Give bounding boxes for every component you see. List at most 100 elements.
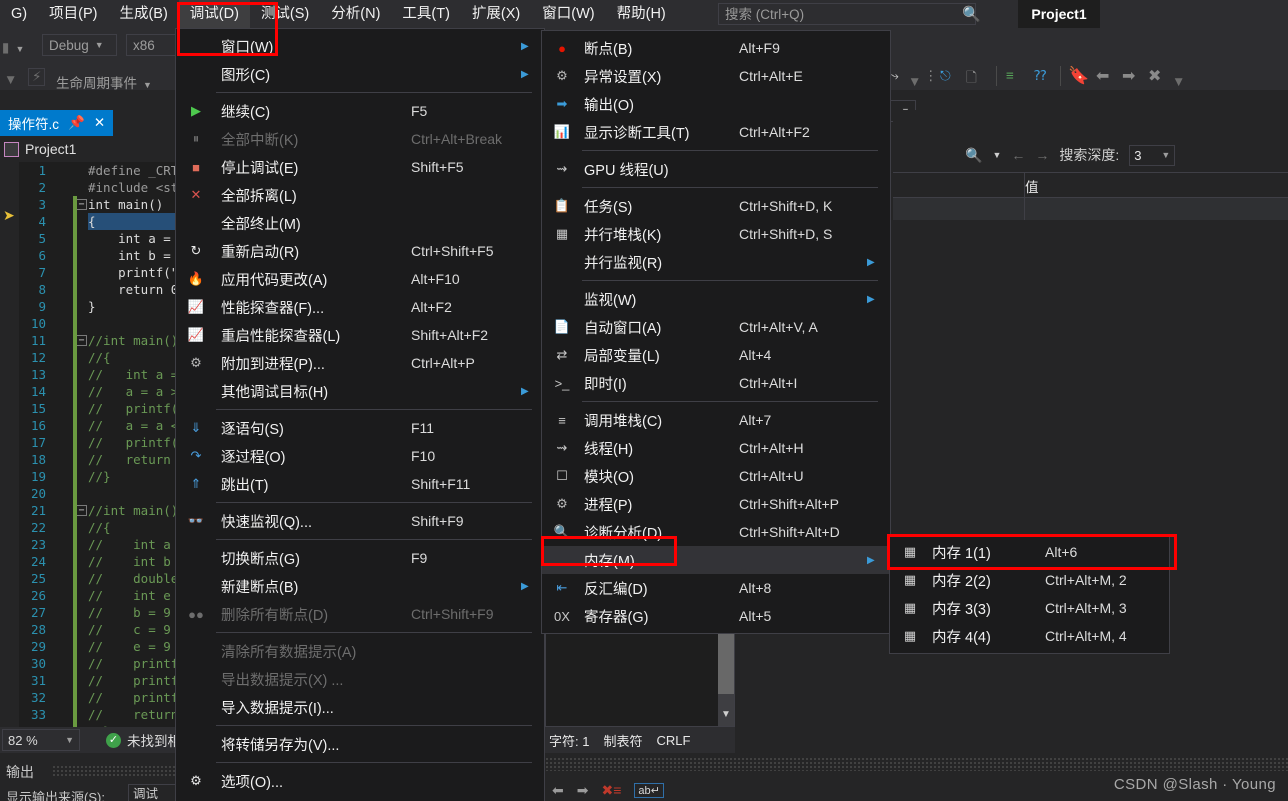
menu-item-内存M[interactable]: 内存(M) ▶ (542, 546, 890, 574)
chevron-down-icon[interactable]: ▼ (65, 735, 74, 745)
menu-item-进程P[interactable]: ⚙ 进程(P) Ctrl+Shift+Alt+P (542, 490, 890, 518)
search-icon[interactable]: 🔍 (962, 5, 981, 23)
arrow-left-icon[interactable]: ⬅ (552, 782, 564, 799)
menu-item-断点B[interactable]: ● 断点(B) Alt+F9 (542, 34, 890, 62)
menu-item-输出O[interactable]: ➡ 输出(O) (542, 90, 890, 118)
file-tab[interactable]: 操作符.c 📌 ✕ (0, 110, 114, 136)
menu-item-新建断点B[interactable]: 新建断点(B) ▶ (176, 572, 544, 600)
menubar-item-1[interactable]: 项目(P) (38, 0, 108, 28)
search-icon[interactable]: 🔍 (965, 147, 982, 164)
menu-item-重新启动R[interactable]: ↻ 重新启动(R) Ctrl+Shift+F5 (176, 237, 544, 265)
chevron-down-icon[interactable]: ▼ (95, 40, 104, 50)
menu-item-并行堆栈K[interactable]: ▦ 并行堆栈(K) Ctrl+Shift+D, S (542, 220, 890, 248)
menu-item-图形C[interactable]: 图形(C) ▶ (176, 60, 544, 88)
menubar-item-4[interactable]: 测试(S) (250, 0, 320, 28)
menu-item-全部拆离L[interactable]: ✕ 全部拆离(L) (176, 181, 544, 209)
arrow-left-icon[interactable]: ← (1011, 147, 1025, 163)
uncomment-icon[interactable]: ⋮ (924, 68, 938, 84)
config-dropdown[interactable]: Debug ▼ (42, 34, 117, 56)
menu-item-内存33[interactable]: ▦ 内存 3(3) Ctrl+Alt+M, 3 (890, 594, 1169, 622)
chevron-down-icon[interactable]: ▼ (992, 150, 1001, 160)
menu-item-性能探查器F[interactable]: 📈 性能探查器(F)... Alt+F2 (176, 293, 544, 321)
menu-item-其他调试目标H[interactable]: 其他调试目标(H) ▶ (176, 377, 544, 405)
menu-item-监视W[interactable]: 监视(W) ▶ (542, 285, 890, 313)
chevron-down-icon[interactable]: ▼ (908, 74, 921, 89)
menu-item-并行监视R[interactable]: 并行监视(R) ▶ (542, 248, 890, 276)
menu-item-逐过程O[interactable]: ↷ 逐过程(O) F10 (176, 442, 544, 470)
window-submenu[interactable]: ● 断点(B) Alt+F9 ⚙ 异常设置(X) Ctrl+Alt+E ➡ 输出(O) 📊 显示诊… (541, 30, 891, 634)
chevron-down-icon[interactable]: ▼ (1161, 150, 1170, 160)
menu-item-GPU线程U[interactable]: ⇝ GPU 线程(U) (542, 155, 890, 183)
menu-item-停止调试E[interactable]: ■ 停止调试(E) Shift+F5 (176, 153, 544, 181)
search-depth-dropdown[interactable]: 3 ▼ (1129, 144, 1176, 166)
arrow-right-icon[interactable]: → (1035, 147, 1049, 163)
clear-list-icon[interactable]: ✖≡ (601, 782, 621, 799)
fold-toggle-icon[interactable]: − (76, 505, 87, 516)
scrollbar-thumb[interactable] (718, 626, 734, 694)
arrow-right-icon[interactable]: ➡ (577, 782, 589, 799)
menu-item-将转储另存为V[interactable]: 将转储另存为(V)... (176, 730, 544, 758)
menu-item-附加到进程P[interactable]: ⚙ 附加到进程(P)... Ctrl+Alt+P (176, 349, 544, 377)
lifecycle-events-dropdown[interactable]: 生命周期事件 ▼ (56, 72, 152, 92)
menubar-item-9[interactable]: 帮助(H) (606, 0, 677, 28)
menubar-item-7[interactable]: 扩展(X) (461, 0, 531, 28)
menubar-item-6[interactable]: 工具(T) (391, 0, 461, 28)
menu-item-全部终止M[interactable]: 全部终止(M) (176, 209, 544, 237)
menu-item-显示诊断工具T[interactable]: 📊 显示诊断工具(T) Ctrl+Alt+F2 (542, 118, 890, 146)
menu-item-快速监视Q[interactable]: 👓 快速监视(Q)... Shift+F9 (176, 507, 544, 535)
menu-item-切换断点G[interactable]: 切换断点(G) F9 (176, 544, 544, 572)
menu-item-任务S[interactable]: 📋 任务(S) Ctrl+Shift+D, K (542, 192, 890, 220)
menu-item-局部变量L[interactable]: ⇄ 局部变量(L) Alt+4 (542, 341, 890, 369)
decrease-indent-icon[interactable]: ⁇ (1034, 68, 1046, 84)
menu-item-Project1调试属性[interactable]: 🔧Project1 调试属性 (176, 795, 544, 801)
menu-item-选项O[interactable]: ⚙ 选项(O)... (176, 767, 544, 795)
prev-bookmark-icon[interactable]: ⬅ (1096, 66, 1109, 86)
menubar-item-8[interactable]: 窗口(W) (531, 0, 605, 28)
menubar-item-3[interactable]: 调试(D) (178, 0, 250, 28)
fold-toggle-icon[interactable]: − (76, 199, 87, 210)
zoom-dropdown[interactable]: 82 % ▼ (2, 729, 80, 751)
menu-item-内存11[interactable]: ▦ 内存 1(1) Alt+6 (890, 538, 1169, 566)
copy-icon[interactable]: 🗋 (966, 68, 977, 91)
toolbar-overflow-icon[interactable]: ▼ (1172, 74, 1185, 89)
menu-item-寄存器G[interactable]: 0X 寄存器(G) Alt+5 (542, 602, 890, 630)
menubar-item-0[interactable]: G) (0, 0, 38, 28)
memory-submenu[interactable]: ▦ 内存 1(1) Alt+6 ▦ 内存 2(2) Ctrl+Alt+M, 2 ▦ 内存 3(… (889, 534, 1170, 654)
menu-item-诊断分析D[interactable]: 🔍 诊断分析(D) Ctrl+Shift+Alt+D (542, 518, 890, 546)
increase-indent-icon[interactable]: ≡ (1006, 68, 1014, 83)
pin-icon[interactable]: 📌 (68, 115, 85, 131)
menu-item-模块O[interactable]: ☐ 模块(O) Ctrl+Alt+U (542, 462, 890, 490)
pointer-select-icon[interactable]: ⎋ (940, 68, 951, 84)
chevron-down-icon[interactable]: ▼ (143, 80, 152, 90)
menu-item-逐语句S[interactable]: ⇓ 逐语句(S) F11 (176, 414, 544, 442)
toolbar-row2-overflow-icon[interactable]: ▼ (4, 72, 17, 87)
table-row[interactable] (893, 198, 1288, 220)
bookmark-icon[interactable]: 🔖 (1068, 66, 1089, 86)
project-tab[interactable]: Project1 (1018, 0, 1100, 28)
toolbar-overflow-icon[interactable]: ▮ ▼ (2, 40, 24, 56)
menu-item-导入数据提示I[interactable]: 导入数据提示(I)... (176, 693, 544, 721)
menu-item-应用代码更改A[interactable]: 🔥 应用代码更改(A) Alt+F10 (176, 265, 544, 293)
clear-bookmarks-icon[interactable]: ✖ (1148, 66, 1161, 86)
menu-item-调用堆栈C[interactable]: ≡ 调用堆栈(C) Alt+7 (542, 406, 890, 434)
eol-mode[interactable]: CRLF (656, 733, 690, 748)
menu-item-线程H[interactable]: ⇝ 线程(H) Ctrl+Alt+H (542, 434, 890, 462)
bottom-panel-grip[interactable] (545, 757, 1288, 771)
close-icon[interactable]: ✕ (94, 115, 105, 131)
menu-item-重启性能探查器L[interactable]: 📈 重启性能探查器(L) Shift+Alt+F2 (176, 321, 544, 349)
menu-item-内存44[interactable]: ▦ 内存 4(4) Ctrl+Alt+M, 4 (890, 622, 1169, 650)
menu-item-跳出T[interactable]: ⇑ 跳出(T) Shift+F11 (176, 470, 544, 498)
search-input[interactable]: 搜索 (Ctrl+Q) (718, 3, 976, 25)
menu-item-反汇编D[interactable]: ⇤ 反汇编(D) Alt+8 (542, 574, 890, 602)
menu-item-异常设置X[interactable]: ⚙ 异常设置(X) Ctrl+Alt+E (542, 62, 890, 90)
lifecycle-icon[interactable]: ⚡ (28, 68, 46, 86)
fold-toggle-icon[interactable]: − (76, 335, 87, 346)
menu-item-内存22[interactable]: ▦ 内存 2(2) Ctrl+Alt+M, 2 (890, 566, 1169, 594)
menu-item-继续C[interactable]: ▶ 继续(C) F5 (176, 97, 544, 125)
menu-item-自动窗口A[interactable]: 📄 自动窗口(A) Ctrl+Alt+V, A (542, 313, 890, 341)
menubar-item-5[interactable]: 分析(N) (320, 0, 391, 28)
vertical-scrollbar[interactable]: ▼ (718, 626, 734, 726)
menu-item-即时I[interactable]: >_ 即时(I) Ctrl+Alt+I (542, 369, 890, 397)
menu-item-窗口W[interactable]: 窗口(W) ▶ (176, 32, 544, 60)
menubar-item-2[interactable]: 生成(B) (108, 0, 178, 28)
